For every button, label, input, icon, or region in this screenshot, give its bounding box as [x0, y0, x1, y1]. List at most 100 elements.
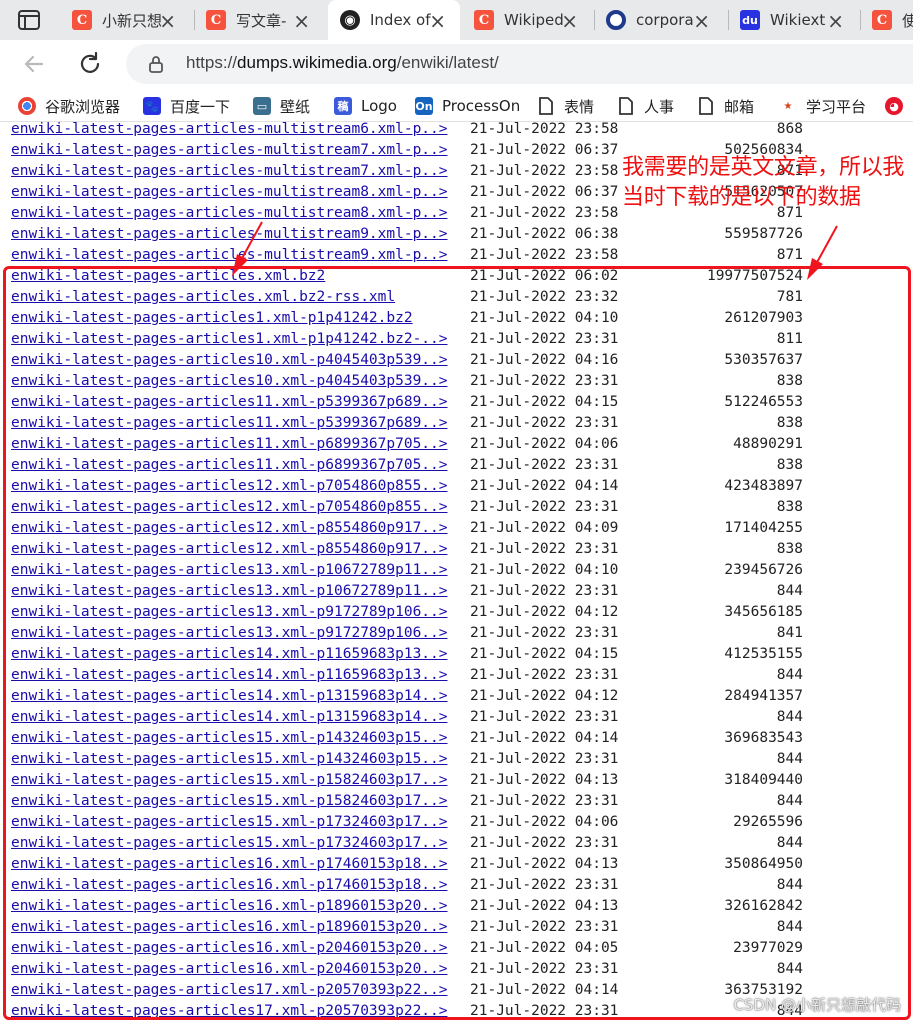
file-link[interactable]: enwiki-latest-pages-articles13.xml-p9172… — [11, 623, 448, 644]
file-link[interactable]: enwiki-latest-pages-articles15.xml-p1732… — [11, 833, 448, 854]
file-link[interactable]: enwiki-latest-pages-articles15.xml-p1582… — [11, 791, 448, 812]
file-link[interactable]: enwiki-latest-pages-articles16.xml-p1746… — [11, 875, 448, 896]
back-arrow-icon[interactable] — [20, 50, 48, 78]
file-link[interactable]: enwiki-latest-pages-articles10.xml-p4045… — [11, 350, 448, 371]
file-date: 21-Jul-2022 23:31 — [470, 1003, 619, 1019]
file-link[interactable]: enwiki-latest-pages-articles-multistream… — [11, 203, 448, 224]
close-icon[interactable]: × — [159, 9, 176, 33]
vertical-tabs-icon[interactable] — [18, 10, 40, 30]
file-link[interactable]: enwiki-latest-pages-articles-multistream… — [11, 245, 448, 266]
close-icon[interactable]: × — [293, 9, 310, 33]
file-link[interactable]: enwiki-latest-pages-articles13.xml-p1067… — [11, 560, 448, 581]
bookmark-item[interactable]: 人事 — [617, 95, 674, 117]
file-link[interactable]: enwiki-latest-pages-articles15.xml-p1432… — [11, 728, 448, 749]
monitor-icon: ▭ — [253, 97, 271, 115]
bookmark-item[interactable]: On ProcessOn — [415, 95, 520, 117]
tab-7[interactable]: C使 — [860, 0, 913, 40]
bookmark-item[interactable]: ◕ — [885, 95, 912, 117]
tab-title: Wikiext — [770, 11, 826, 29]
file-link[interactable]: enwiki-latest-pages-articles12.xml-p7054… — [11, 476, 448, 497]
close-icon[interactable]: × — [561, 9, 578, 33]
address-bar[interactable]: https://dumps.wikimedia.org/enwiki/lates… — [126, 44, 913, 84]
tab-title: corpora — [636, 11, 694, 29]
bookmark-item[interactable]: 表情 — [537, 95, 594, 117]
file-link[interactable]: enwiki-latest-pages-articles16.xml-p1746… — [11, 854, 448, 875]
file-link[interactable]: enwiki-latest-pages-articles10.xml-p4045… — [11, 371, 448, 392]
tab-1[interactable]: C 小新只想 × — [60, 0, 190, 40]
file-link[interactable]: enwiki-latest-pages-articles.xml.bz2 — [11, 266, 325, 287]
file-link[interactable]: enwiki-latest-pages-articles16.xml-p2046… — [11, 959, 448, 980]
file-link[interactable]: enwiki-latest-pages-articles-multistream… — [11, 140, 448, 161]
watermark: CSDN @小新只想敲代码 — [733, 996, 901, 1014]
file-date: 21-Jul-2022 04:13 — [470, 898, 619, 914]
file-size: 781 — [776, 289, 803, 305]
file-link[interactable]: enwiki-latest-pages-articles11.xml-p5399… — [11, 413, 448, 434]
file-link[interactable]: enwiki-latest-pages-articles14.xml-p1315… — [11, 707, 448, 728]
file-link[interactable]: enwiki-latest-pages-articles1.xml-p1p412… — [11, 308, 413, 329]
page-icon — [697, 97, 715, 115]
file-link[interactable]: enwiki-latest-pages-articles15.xml-p1732… — [11, 812, 448, 833]
file-size: 284941357 — [724, 688, 803, 704]
file-link[interactable]: enwiki-latest-pages-articles16.xml-p1896… — [11, 896, 448, 917]
tab-6[interactable]: du Wikiext × — [728, 0, 858, 40]
file-date: 21-Jul-2022 23:58 — [470, 122, 619, 137]
file-date: 21-Jul-2022 23:31 — [470, 961, 619, 977]
baidu-paw-icon: 🐾 — [143, 97, 161, 115]
file-row: enwiki-latest-pages-articles10.xml-p4045… — [0, 371, 913, 392]
close-icon[interactable]: × — [429, 9, 446, 33]
file-row: enwiki-latest-pages-articles16.xml-p2046… — [0, 959, 913, 980]
file-size: 423483897 — [724, 478, 803, 494]
file-link[interactable]: enwiki-latest-pages-articles.xml.bz2-rss… — [11, 287, 395, 308]
tab-3[interactable]: ◉ Index of × — [328, 0, 460, 40]
bookmark-label: 壁纸 — [280, 97, 311, 116]
file-link[interactable]: enwiki-latest-pages-articles16.xml-p1896… — [11, 917, 448, 938]
file-link[interactable]: enwiki-latest-pages-articles11.xml-p6899… — [11, 434, 448, 455]
file-link[interactable]: enwiki-latest-pages-articles12.xml-p7054… — [11, 497, 448, 518]
file-link[interactable]: enwiki-latest-pages-articles11.xml-p6899… — [11, 455, 448, 476]
bookmark-item[interactable]: ★ 学习平台 — [779, 95, 867, 117]
file-size: 23977029 — [733, 940, 803, 956]
file-link[interactable]: enwiki-latest-pages-articles-multistream… — [11, 122, 448, 140]
bookmark-item[interactable]: ▭ 壁纸 — [253, 95, 310, 117]
file-link[interactable]: enwiki-latest-pages-articles11.xml-p5399… — [11, 392, 448, 413]
file-link[interactable]: enwiki-latest-pages-articles14.xml-p1165… — [11, 665, 448, 686]
file-link[interactable]: enwiki-latest-pages-articles-multistream… — [11, 182, 448, 203]
file-link[interactable]: enwiki-latest-pages-articles1.xml-p1p412… — [11, 329, 448, 350]
tab-separator — [728, 10, 729, 30]
bookmark-item[interactable]: 谷歌浏览器 — [18, 95, 120, 117]
file-link[interactable]: enwiki-latest-pages-articles-multistream… — [11, 224, 448, 245]
file-link[interactable]: enwiki-latest-pages-articles-multistream… — [11, 161, 448, 182]
file-link[interactable]: enwiki-latest-pages-articles13.xml-p9172… — [11, 602, 448, 623]
tab-4[interactable]: C Wikiped × — [462, 0, 592, 40]
tab-2[interactable]: C 写文章- × — [194, 0, 324, 40]
bookmark-item[interactable]: 🐾 百度一下 — [143, 95, 230, 117]
file-link[interactable]: enwiki-latest-pages-articles16.xml-p2046… — [11, 938, 448, 959]
file-row: enwiki-latest-pages-articles16.xml-p1896… — [0, 896, 913, 917]
file-link[interactable]: enwiki-latest-pages-articles14.xml-p1165… — [11, 644, 448, 665]
file-row: enwiki-latest-pages-articles1.xml-p1p412… — [0, 329, 913, 350]
file-link[interactable]: enwiki-latest-pages-articles12.xml-p8554… — [11, 518, 448, 539]
file-size: 844 — [776, 583, 803, 599]
file-link[interactable]: enwiki-latest-pages-articles12.xml-p8554… — [11, 539, 448, 560]
bookmark-item[interactable]: 邮箱 — [697, 95, 754, 117]
tab-5[interactable]: corpora × — [594, 0, 724, 40]
file-link[interactable]: enwiki-latest-pages-articles17.xml-p2057… — [11, 1001, 448, 1022]
close-icon[interactable]: × — [827, 9, 844, 33]
bookmark-label: Logo — [361, 97, 397, 115]
file-row: enwiki-latest-pages-articles-multistream… — [0, 224, 913, 245]
bookmark-item[interactable]: 稿 Logo — [334, 95, 397, 117]
file-date: 21-Jul-2022 23:31 — [470, 835, 619, 851]
file-link[interactable]: enwiki-latest-pages-articles15.xml-p1432… — [11, 749, 448, 770]
lock-icon[interactable] — [148, 55, 164, 73]
file-row: enwiki-latest-pages-articles10.xml-p4045… — [0, 350, 913, 371]
file-row: enwiki-latest-pages-articles16.xml-p1746… — [0, 875, 913, 896]
file-link[interactable]: enwiki-latest-pages-articles17.xml-p2057… — [11, 980, 448, 1001]
file-row: enwiki-latest-pages-articles16.xml-p1896… — [0, 917, 913, 938]
file-link[interactable]: enwiki-latest-pages-articles13.xml-p1067… — [11, 581, 448, 602]
refresh-icon[interactable] — [76, 50, 104, 78]
file-date: 21-Jul-2022 04:13 — [470, 856, 619, 872]
close-icon[interactable]: × — [693, 9, 710, 33]
file-link[interactable]: enwiki-latest-pages-articles14.xml-p1315… — [11, 686, 448, 707]
file-link[interactable]: enwiki-latest-pages-articles15.xml-p1582… — [11, 770, 448, 791]
tab-title: Wikiped — [504, 11, 564, 29]
